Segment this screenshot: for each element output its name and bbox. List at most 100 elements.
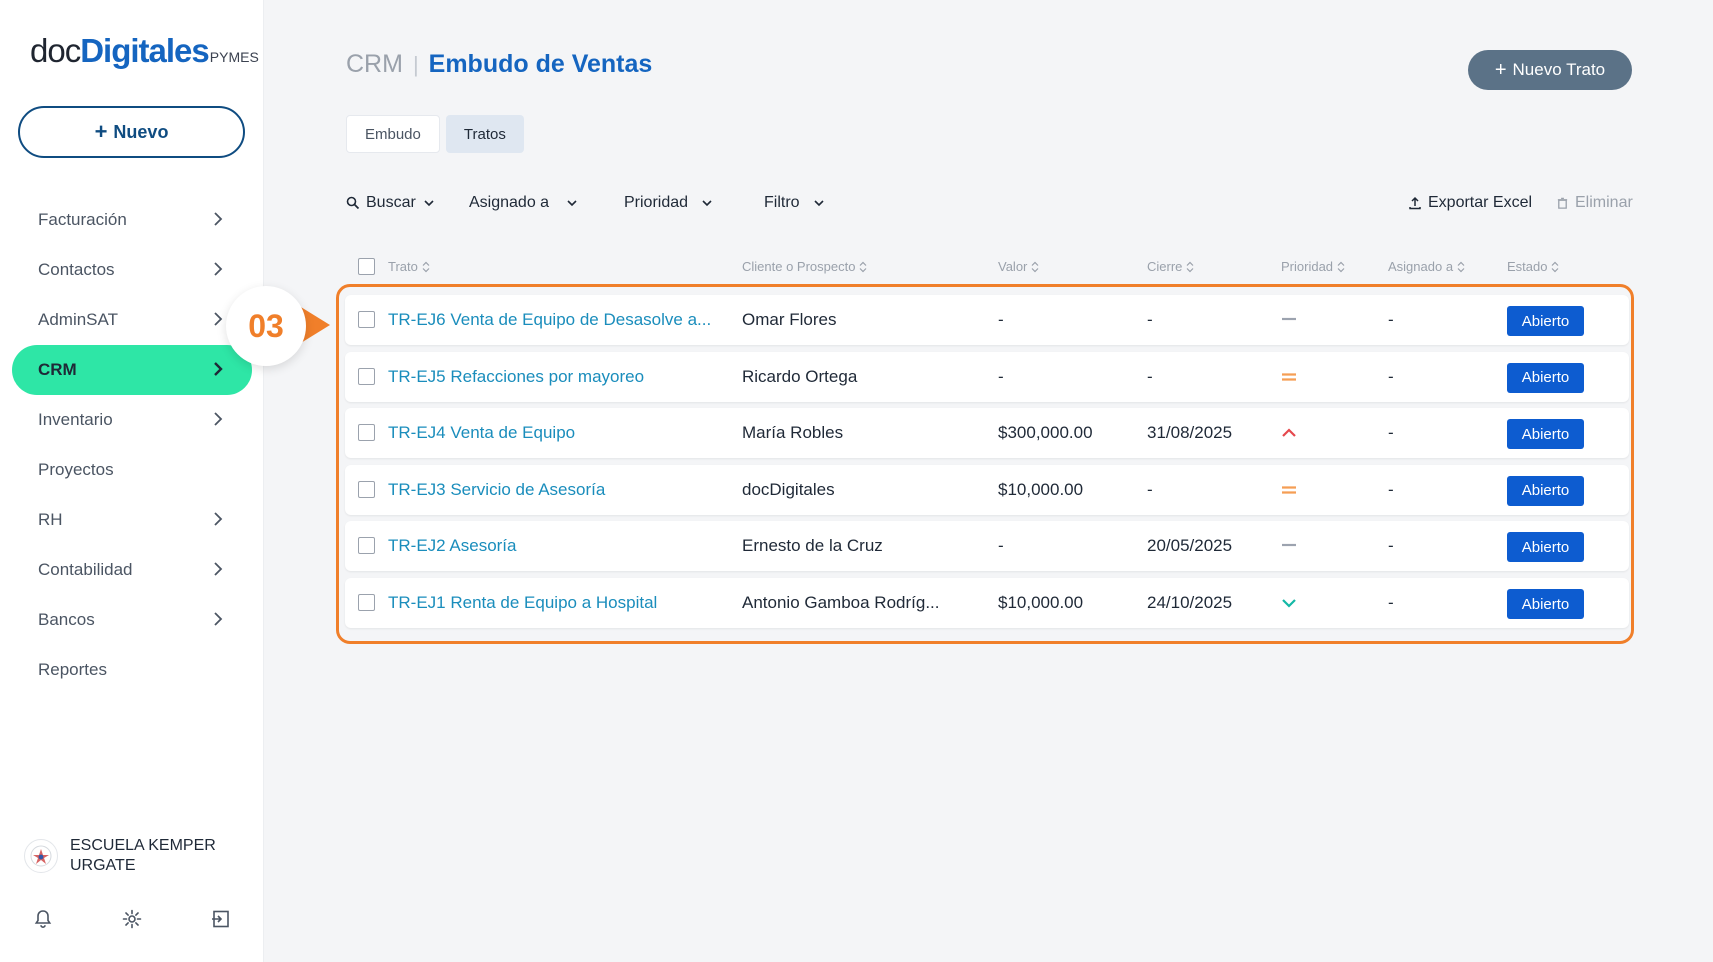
- deal-link[interactable]: TR-EJ4 Venta de Equipo: [388, 408, 575, 458]
- table-row[interactable]: TR-EJ2 Asesoría Ernesto de la Cruz - 20/05/…: [345, 521, 1629, 572]
- column-header[interactable]: Asignado a: [1388, 259, 1465, 274]
- tab-embudo[interactable]: Embudo: [346, 115, 440, 153]
- deal-value: -: [998, 366, 1004, 386]
- logo-digitales-text: Digitales: [80, 32, 210, 69]
- column-header[interactable]: Prioridad: [1281, 259, 1345, 274]
- sidebar-item-crm[interactable]: CRM: [12, 345, 252, 395]
- table-row[interactable]: TR-EJ5 Refacciones por mayoreo Ricardo Or…: [345, 351, 1629, 402]
- status-button[interactable]: Abierto: [1507, 532, 1584, 563]
- assigned-to: -: [1388, 593, 1394, 612]
- account-name: ESCUELA KEMPER URGATE: [70, 837, 216, 874]
- select-all-checkbox[interactable]: [358, 258, 375, 275]
- table-row[interactable]: TR-EJ4 Venta de Equipo María Robles $300,0…: [345, 408, 1629, 459]
- table-header: Trato Cliente o Prospecto Valor Cierre Prior…: [0, 256, 1713, 278]
- new-deal-label: Nuevo Trato: [1512, 60, 1606, 79]
- chevron-down-icon: [424, 200, 434, 207]
- table-row[interactable]: TR-EJ6 Venta de Equipo de Desasolve a...…: [345, 295, 1629, 345]
- bell-icon[interactable]: [32, 908, 54, 930]
- sidebar-item-proyectos[interactable]: Proyectos: [12, 445, 252, 495]
- assigned-to: -: [1388, 479, 1394, 499]
- deal-link[interactable]: TR-EJ3 Servicio de Asesoría: [388, 465, 605, 515]
- row-checkbox[interactable]: [358, 311, 375, 328]
- column-header[interactable]: Cierre: [1147, 259, 1194, 274]
- column-header[interactable]: Estado: [1507, 259, 1559, 274]
- sort-icon: [1551, 261, 1559, 273]
- close-date: -: [1147, 366, 1153, 386]
- status-button[interactable]: Abierto: [1507, 419, 1584, 450]
- sidebar-item-adminsat[interactable]: AdminSAT: [12, 295, 252, 345]
- column-header[interactable]: Valor: [998, 259, 1039, 274]
- client-name: Ernesto de la Cruz: [742, 536, 883, 556]
- priority-label: Prioridad: [624, 194, 689, 211]
- sidebar-item-contabilidad[interactable]: Contabilidad: [12, 545, 252, 595]
- new-deal-button[interactable]: + Nuevo Trato: [1468, 50, 1632, 90]
- client-name: María Robles: [742, 423, 844, 443]
- chevron-right-icon: [208, 609, 228, 629]
- gear-icon[interactable]: [121, 908, 143, 930]
- row-checkbox[interactable]: [358, 537, 375, 555]
- plus-icon: +: [1494, 58, 1507, 81]
- chevron-right-icon: [208, 409, 228, 429]
- deal-link[interactable]: TR-EJ5 Refacciones por mayoreo: [388, 352, 644, 402]
- assigned-filter[interactable]: Asignado a: [469, 194, 579, 212]
- logout-icon[interactable]: [210, 908, 232, 930]
- school-avatar: [24, 839, 58, 873]
- chevron-down-icon: [813, 200, 824, 207]
- module-name[interactable]: CRM: [346, 50, 403, 79]
- row-checkbox[interactable]: [358, 594, 375, 611]
- priority-high-icon: [1280, 425, 1298, 441]
- close-date: -: [1147, 479, 1153, 499]
- search-filter[interactable]: Buscar: [346, 194, 436, 212]
- page-title: Embudo de Ventas: [428, 50, 653, 78]
- search-icon: [346, 196, 360, 210]
- deal-link[interactable]: TR-EJ1 Renta de Equipo a Hospital: [388, 578, 657, 628]
- deal-value: $10,000.00: [998, 593, 1084, 612]
- sidebar-item-bancos[interactable]: Bancos: [12, 595, 252, 645]
- filter-dropdown[interactable]: Filtro: [764, 194, 826, 212]
- client-name: Ricardo Ortega: [742, 366, 858, 386]
- table-row[interactable]: TR-EJ1 Renta de Equipo a Hospital Antonio…: [345, 578, 1629, 628]
- row-checkbox[interactable]: [358, 367, 375, 385]
- deal-link[interactable]: TR-EJ2 Asesoría: [388, 521, 517, 571]
- sidebar-item-label: CRM: [38, 360, 77, 379]
- chevron-right-icon: [208, 309, 228, 329]
- sidebar-item-rh[interactable]: RH: [12, 495, 252, 545]
- row-checkbox[interactable]: [358, 424, 375, 442]
- new-button[interactable]: + Nuevo: [18, 106, 245, 158]
- column-header[interactable]: Cliente o Prospecto: [742, 259, 867, 274]
- row-checkbox[interactable]: [358, 480, 375, 498]
- app-logo[interactable]: docDigitalesPYMES: [30, 32, 259, 70]
- sidebar-item-reportes[interactable]: Reportes: [12, 645, 252, 695]
- filter-label: Filtro: [764, 194, 800, 211]
- filter-bar: Buscar Asignado a Prioridad Filtro Expor…: [0, 194, 1713, 222]
- delete-button[interactable]: Eliminar: [1556, 194, 1633, 212]
- table-row[interactable]: TR-EJ3 Servicio de Asesoría docDigitales $…: [345, 464, 1629, 515]
- search-label: Buscar: [366, 194, 416, 211]
- status-button[interactable]: Abierto: [1507, 362, 1584, 393]
- tab-tratos[interactable]: Tratos: [445, 115, 524, 153]
- chevron-right-icon: [208, 509, 228, 529]
- sort-icon: [422, 261, 430, 273]
- deal-link[interactable]: TR-EJ6 Venta de Equipo de Desasolve a...: [388, 295, 711, 345]
- sidebar-item-label: Proyectos: [38, 460, 114, 479]
- priority-low-icon: [1280, 538, 1298, 554]
- export-excel-button[interactable]: Exportar Excel: [1408, 194, 1532, 212]
- deal-value: $300,000.00: [998, 423, 1093, 443]
- column-header-label: Valor: [998, 259, 1028, 274]
- account-block[interactable]: ESCUELA KEMPER URGATE: [24, 836, 230, 876]
- column-header[interactable]: Trato: [388, 259, 430, 274]
- column-header-label: Prioridad: [1281, 259, 1334, 274]
- status-button[interactable]: Abierto: [1507, 475, 1584, 506]
- chevron-right-icon: [208, 559, 228, 579]
- logo-pymes-text: PYMES: [209, 49, 259, 65]
- sidebar-item-inventario[interactable]: Inventario: [12, 395, 252, 445]
- chevron-down-icon: [702, 200, 712, 207]
- sort-icon: [1337, 261, 1345, 273]
- status-button[interactable]: Abierto: [1507, 306, 1584, 336]
- priority-medium-icon: [1280, 369, 1298, 385]
- status-button[interactable]: Abierto: [1507, 589, 1584, 619]
- priority-filter[interactable]: Prioridad: [624, 194, 714, 212]
- logo-doc-text: doc: [30, 32, 81, 69]
- sort-icon: [1457, 261, 1465, 273]
- priority-low-icon: [1280, 312, 1298, 328]
